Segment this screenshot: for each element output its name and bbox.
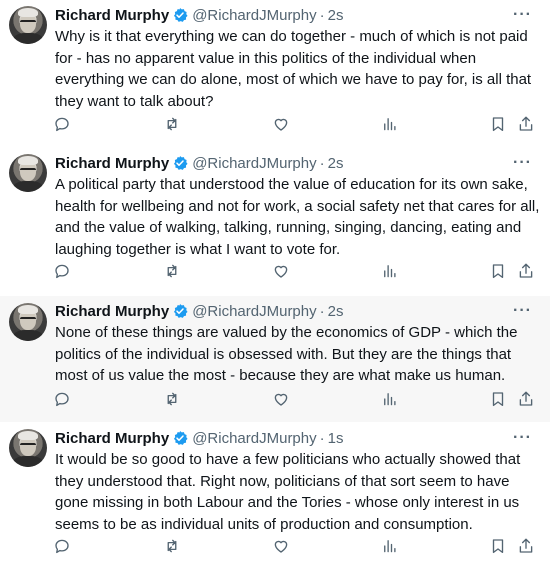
author-handle[interactable]: @RichardJMurphy (192, 7, 316, 24)
reply-icon[interactable] (52, 389, 72, 409)
like-icon[interactable] (271, 261, 291, 281)
bookmark-icon[interactable] (488, 389, 508, 409)
author-name[interactable]: Richard Murphy (55, 430, 169, 447)
avatar[interactable] (9, 154, 47, 192)
retweet-icon[interactable] (162, 114, 182, 134)
tweet-text: None of these things are valued by the e… (55, 324, 518, 384)
action-bar (0, 536, 550, 556)
retweet-icon[interactable] (162, 261, 182, 281)
verified-badge-icon (172, 155, 188, 176)
tweet-4[interactable]: Richard Murphy @RichardJMurphy · 1s ··· It … (0, 422, 550, 564)
timestamp[interactable]: 2s (328, 155, 344, 172)
like-icon[interactable] (271, 389, 291, 409)
action-bar (0, 389, 550, 409)
verified-badge-icon (172, 303, 188, 324)
bookmark-icon[interactable] (488, 261, 508, 281)
tweet-1[interactable]: Richard Murphy @RichardJMurphy · 2s ··· Why… (0, 0, 550, 148)
share-icon[interactable] (516, 389, 536, 409)
tweet-text: Why is it that everything we can do toge… (55, 28, 532, 110)
views-icon[interactable] (380, 261, 400, 281)
reply-icon[interactable] (52, 536, 72, 556)
timestamp[interactable]: 1s (328, 430, 344, 447)
views-icon[interactable] (380, 114, 400, 134)
bookmark-icon[interactable] (488, 114, 508, 134)
more-options-icon[interactable]: ··· (513, 6, 532, 24)
verified-badge-icon (172, 430, 188, 451)
like-icon[interactable] (271, 536, 291, 556)
bookmark-icon[interactable] (488, 536, 508, 556)
reply-icon[interactable] (52, 114, 72, 134)
retweet-icon[interactable] (162, 389, 182, 409)
tweet-header: Richard Murphy @RichardJMurphy · 2s (55, 155, 343, 176)
views-icon[interactable] (380, 389, 400, 409)
reply-icon[interactable] (52, 261, 72, 281)
author-name[interactable]: Richard Murphy (55, 7, 169, 24)
tweet-3[interactable]: Richard Murphy @RichardJMurphy · 2s ··· Non… (0, 296, 550, 422)
more-options-icon[interactable]: ··· (513, 302, 532, 320)
tweet-text: A political party that understood the va… (55, 176, 540, 258)
avatar[interactable] (9, 303, 47, 341)
author-handle[interactable]: @RichardJMurphy (192, 430, 316, 447)
share-icon[interactable] (516, 261, 536, 281)
tweet-header: Richard Murphy @RichardJMurphy · 1s (55, 430, 343, 451)
tweet-2[interactable]: Richard Murphy @RichardJMurphy · 2s ··· A p… (0, 148, 550, 296)
dot-separator: · (319, 303, 325, 320)
views-icon[interactable] (380, 536, 400, 556)
timestamp[interactable]: 2s (328, 303, 344, 320)
author-handle[interactable]: @RichardJMurphy (192, 155, 316, 172)
tweet-header: Richard Murphy @RichardJMurphy · 2s (55, 7, 343, 28)
author-handle[interactable]: @RichardJMurphy (192, 303, 316, 320)
action-bar (0, 114, 550, 134)
share-icon[interactable] (516, 536, 536, 556)
action-bar (0, 261, 550, 281)
timestamp[interactable]: 2s (328, 7, 344, 24)
author-name[interactable]: Richard Murphy (55, 155, 169, 172)
verified-badge-icon (172, 7, 188, 28)
like-icon[interactable] (271, 114, 291, 134)
more-options-icon[interactable]: ··· (513, 154, 532, 172)
avatar[interactable] (9, 6, 47, 44)
retweet-icon[interactable] (162, 536, 182, 556)
dot-separator: · (319, 155, 325, 172)
avatar[interactable] (9, 429, 47, 467)
dot-separator: · (319, 7, 325, 24)
share-icon[interactable] (516, 114, 536, 134)
tweet-header: Richard Murphy @RichardJMurphy · 2s (55, 303, 343, 324)
dot-separator: · (319, 430, 325, 447)
author-name[interactable]: Richard Murphy (55, 303, 169, 320)
tweet-text: It would be so good to have a few politi… (55, 451, 521, 533)
more-options-icon[interactable]: ··· (513, 429, 532, 447)
